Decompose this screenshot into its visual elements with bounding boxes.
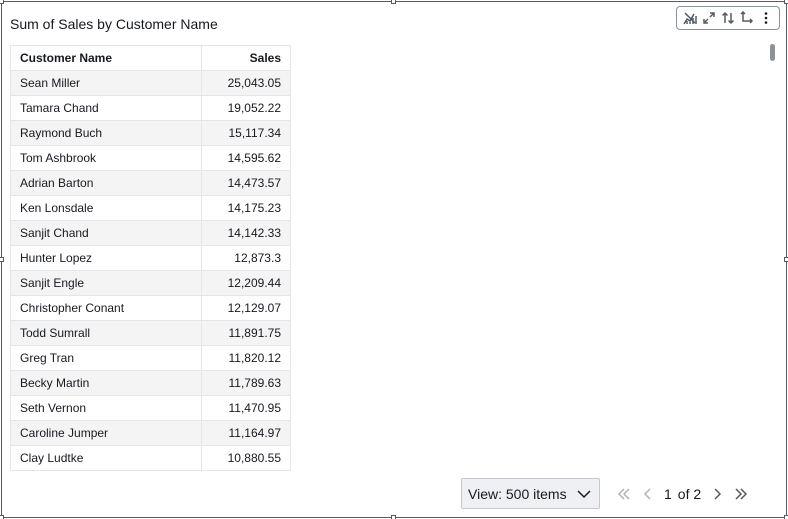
cell-customer-name: Sean Miller [10,70,202,96]
cell-sales: 11,820.12 [201,345,291,371]
cell-customer-name [10,470,202,471]
cell-sales: 12,129.07 [201,295,291,321]
table-row[interactable]: Caroline Jumper 11,164.97 [10,420,291,446]
resize-handle-right[interactable] [784,257,788,262]
cell-customer-name: Becky Martin [10,370,202,396]
table-row[interactable]: Adrian Barton 14,473.57 [10,170,291,196]
table-row[interactable]: Hunter Lopez 12,873.3 [10,245,291,271]
cell-customer-name: Seth Vernon [10,395,202,421]
cell-sales: 12,209.44 [201,270,291,296]
resize-handle-top[interactable] [391,0,396,4]
cell-customer-name: Ken Lonsdale [10,195,202,221]
cell-sales: 11,891.75 [201,320,291,346]
cell-sales: 11,470.95 [201,395,291,421]
cell-customer-name: Sanjit Engle [10,270,202,296]
cell-customer-name: Adrian Barton [10,170,202,196]
previous-page-button[interactable] [636,482,660,506]
items-per-page-label: View: 500 items [468,485,567,502]
vertical-scrollbar-thumb[interactable] [770,44,775,61]
more-options-icon[interactable] [757,9,775,27]
items-per-page-select[interactable]: View: 500 items [461,478,600,509]
cell-sales: 15,117.34 [201,120,291,146]
resize-handle-top-right[interactable] [784,0,788,4]
double-chevron-left-icon [617,487,630,500]
chevron-down-icon [577,489,591,498]
chevron-right-icon [714,487,722,500]
table-row[interactable]: Christopher Conant 12,129.07 [10,295,291,321]
swap-icon[interactable] [738,9,756,27]
double-chevron-right-icon [735,487,748,500]
cell-sales [201,470,291,471]
cell-customer-name: Raymond Buch [10,120,202,146]
sales-table: Customer Name Sales Sean Miller 25,043.05… [10,45,291,471]
table-container[interactable]: Customer Name Sales Sean Miller 25,043.05… [10,45,291,471]
table-row[interactable]: Sanjit Chand 14,142.33 [10,220,291,246]
cell-customer-name: Todd Sumrall [10,320,202,346]
table-row[interactable]: Todd Sumrall 11,891.75 [10,320,291,346]
cell-sales: 10,880.55 [201,445,291,471]
table-header-row: Customer Name Sales [10,45,291,71]
cell-customer-name: Christopher Conant [10,295,202,321]
cell-customer-name: Hunter Lopez [10,245,202,271]
table-row[interactable]: Tom Ashbrook 14,595.62 [10,145,291,171]
table-row[interactable]: Tamara Chand 19,052.22 [10,95,291,121]
table-row[interactable]: Becky Martin 11,789.63 [10,370,291,396]
cell-sales: 14,595.62 [201,145,291,171]
table-row[interactable]: Greg Tran 11,820.12 [10,345,291,371]
table-row[interactable]: Raymond Buch 15,117.34 [10,120,291,146]
cell-sales: 25,043.05 [201,70,291,96]
sort-icon[interactable] [719,9,737,27]
last-page-button[interactable] [729,482,753,506]
resize-handle-bottom-left[interactable] [0,515,4,519]
cell-sales: 11,164.97 [201,420,291,446]
cell-customer-name: Caroline Jumper [10,420,202,446]
cell-customer-name: Tom Ashbrook [10,145,202,171]
first-page-button[interactable] [612,482,636,506]
expand-icon[interactable] [700,9,718,27]
chevron-left-icon [643,487,651,500]
visual-title: Sum of Sales by Customer Name [10,16,218,32]
pagination: 1 of 2 [612,478,780,509]
resize-handle-bottom-right[interactable] [784,515,788,519]
resize-handle-left[interactable] [0,257,4,262]
cell-sales: 11,789.63 [201,370,291,396]
cell-sales: 19,052.22 [201,95,291,121]
current-page-number: 1 [664,485,672,502]
next-page-button[interactable] [705,482,729,506]
cell-sales: 14,142.33 [201,220,291,246]
cell-customer-name: Greg Tran [10,345,202,371]
chart-type-icon[interactable] [681,9,699,27]
cell-customer-name: Sanjit Chand [10,220,202,246]
resize-handle-top-left[interactable] [0,0,4,4]
resize-handle-bottom[interactable] [391,515,396,519]
table-row[interactable]: Sean Miller 25,043.05 [10,70,291,96]
visual-toolbar [676,6,780,30]
table-row[interactable]: Sanjit Engle 12,209.44 [10,270,291,296]
cell-sales: 14,175.23 [201,195,291,221]
cell-sales: 14,473.57 [201,170,291,196]
cell-customer-name: Clay Ludtke [10,445,202,471]
table-row[interactable]: Seth Vernon 11,470.95 [10,395,291,421]
table-row[interactable]: Ken Lonsdale 14,175.23 [10,195,291,221]
table-row[interactable] [10,470,291,471]
cell-customer-name: Tamara Chand [10,95,202,121]
table-row[interactable]: Clay Ludtke 10,880.55 [10,445,291,471]
column-header-sales[interactable]: Sales [201,45,291,71]
column-header-customer-name[interactable]: Customer Name [10,45,202,71]
cell-sales: 12,873.3 [201,245,291,271]
total-pages-label: of 2 [677,485,702,502]
